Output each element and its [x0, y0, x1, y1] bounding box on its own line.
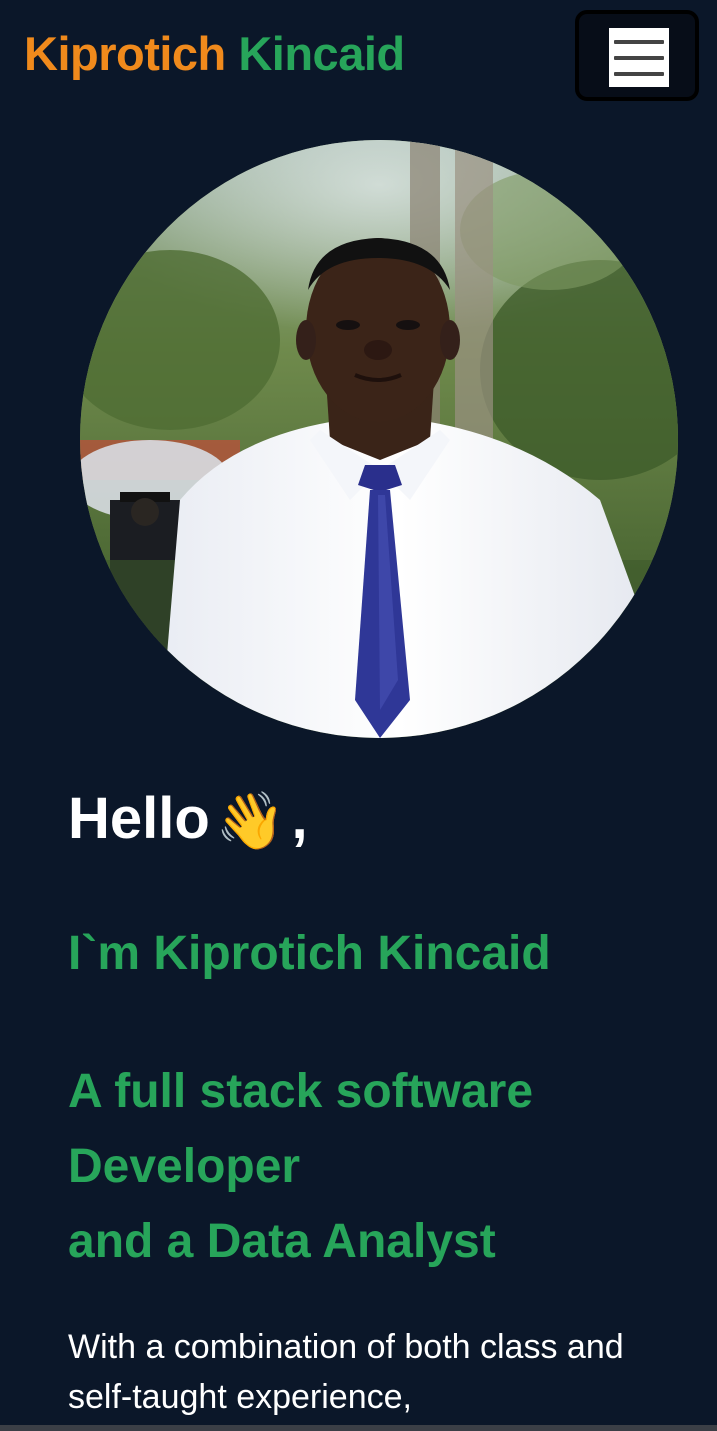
- site-header: Kiprotich Kincaid: [0, 0, 717, 110]
- desc-line-2: self-taught experience,: [68, 1378, 412, 1416]
- waving-hand-icon: 👋: [215, 789, 286, 852]
- intro-heading: I`m Kiprotich Kincaid: [68, 927, 551, 980]
- hamburger-menu-icon: [609, 28, 669, 87]
- menu-toggle-button[interactable]: [575, 10, 699, 101]
- brand-first-name: Kiprotich: [24, 27, 226, 80]
- role-line-2: Developer: [68, 1140, 301, 1193]
- role-line-3: and a Data Analyst: [68, 1215, 496, 1268]
- brand-logo-text[interactable]: Kiprotich Kincaid: [24, 26, 405, 81]
- bottom-divider: [0, 1425, 717, 1431]
- hello-text: Hello: [68, 786, 210, 851]
- hello-greeting: Hello 👋,: [68, 785, 308, 854]
- hello-comma: ,: [291, 786, 308, 851]
- profile-photo: [80, 140, 678, 738]
- brand-last-name: Kincaid: [238, 27, 405, 80]
- intro-description: With a combination of both class and sel…: [68, 1322, 688, 1422]
- role-line-1: A full stack software: [68, 1065, 534, 1118]
- role-heading: A full stack software Developer and a Da…: [68, 1054, 688, 1279]
- desc-line-1: With a combination of both class and: [68, 1328, 624, 1366]
